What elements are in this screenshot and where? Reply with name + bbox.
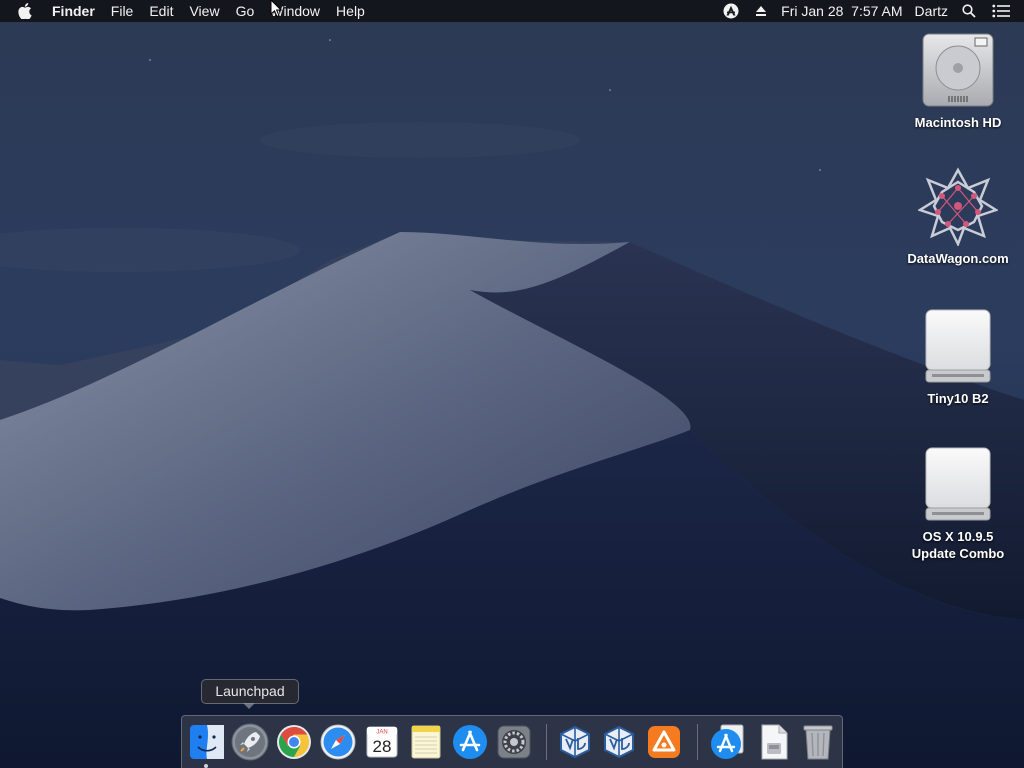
apple-logo-icon: [18, 3, 32, 19]
external-drive-icon: [925, 309, 991, 383]
trash-icon: [803, 725, 833, 760]
dock-item-system-preferences[interactable]: [494, 721, 534, 763]
app-store-downloads-icon: [711, 724, 744, 759]
eject-menu[interactable]: [747, 0, 775, 22]
desktop-icon-label: Macintosh HD: [914, 115, 1002, 130]
virtualbox-icon: [560, 725, 590, 759]
dock-item-notes[interactable]: [406, 721, 446, 763]
desktop-wallpaper: [0, 0, 1024, 768]
launchpad-icon: [231, 723, 269, 761]
calendar-day: 28: [373, 737, 392, 756]
menu-file[interactable]: File: [103, 0, 142, 22]
dock-item-app-store-downloads[interactable]: [708, 721, 748, 763]
notes-icon: [411, 725, 441, 759]
finder-icon: [190, 725, 224, 759]
menu-view[interactable]: View: [181, 0, 227, 22]
dock-item-downloads-stack[interactable]: [754, 721, 794, 763]
menu-clock[interactable]: Fri Jan 28 7:57 AM: [775, 0, 908, 22]
accessibility-menu[interactable]: [715, 0, 747, 22]
apple-menu[interactable]: [0, 0, 44, 22]
notification-center-button[interactable]: [984, 0, 1024, 22]
desktop-icon-label: Tiny10 B2: [927, 391, 989, 406]
menu-edit[interactable]: Edit: [141, 0, 181, 22]
menu-extras: Fri Jan 28 7:57 AM Dartz: [715, 0, 1024, 22]
eject-icon: [756, 6, 767, 16]
dock-item-app-store[interactable]: [450, 721, 490, 763]
avast-icon: [648, 726, 680, 758]
mouse-cursor-icon: [270, 0, 282, 18]
menu-help[interactable]: Help: [328, 0, 373, 22]
dock-item-safari[interactable]: [318, 721, 358, 763]
dock-item-calendar[interactable]: JAN 28: [362, 721, 402, 763]
dock-item-launchpad[interactable]: [230, 721, 270, 763]
dock-item-trash[interactable]: [798, 721, 838, 763]
dock-item-virtualbox[interactable]: [555, 721, 595, 763]
dock-separator: [546, 724, 547, 760]
menu-bar: Finder File Edit View Go Window Help Fri…: [0, 0, 1024, 22]
desktop-icon-label: DataWagon.com: [907, 251, 1009, 266]
menu-go[interactable]: Go: [228, 0, 263, 22]
dock-item-chrome[interactable]: [274, 721, 314, 763]
disk-image-icon: [925, 447, 991, 521]
desktop-icon-tiny10[interactable]: Tiny10 B2: [898, 306, 1018, 407]
tooltip-arrow: [243, 703, 255, 709]
system-preferences-icon: [497, 725, 531, 759]
desktop-icon-osx-update-combo[interactable]: OS X 10.9.5 Update Combo: [898, 444, 1018, 562]
running-indicator: [204, 764, 208, 768]
dock: JAN 28: [181, 715, 843, 768]
desktop-icon-macintosh-hd[interactable]: Macintosh HD: [898, 30, 1018, 131]
desktop-icon-datawagon[interactable]: DataWagon.com: [898, 166, 1018, 267]
safari-icon: [320, 724, 356, 760]
notification-center-icon: [992, 4, 1010, 18]
dock-separator: [697, 724, 698, 760]
launchpad-tooltip: Launchpad: [201, 679, 299, 704]
dock-item-finder[interactable]: [187, 721, 227, 763]
app-store-icon: [453, 725, 487, 759]
menu-user[interactable]: Dartz: [909, 0, 954, 22]
virtualbox-icon: [604, 725, 634, 759]
spotlight-button[interactable]: [954, 0, 984, 22]
accessibility-icon: [723, 3, 739, 19]
chrome-icon: [277, 725, 311, 759]
document-stack-icon: [761, 724, 788, 760]
calendar-month: JAN: [376, 730, 387, 736]
search-icon: [962, 4, 976, 18]
menu-app-name[interactable]: Finder: [44, 0, 103, 22]
hard-drive-icon: [922, 33, 994, 107]
desktop-icon-label: OS X 10.9.5 Update Combo: [911, 529, 1005, 561]
datawagon-icon: [918, 167, 998, 246]
dock-item-virtualbox-2[interactable]: [599, 721, 639, 763]
calendar-icon: JAN 28: [366, 726, 398, 758]
dock-item-avast[interactable]: [644, 721, 684, 763]
